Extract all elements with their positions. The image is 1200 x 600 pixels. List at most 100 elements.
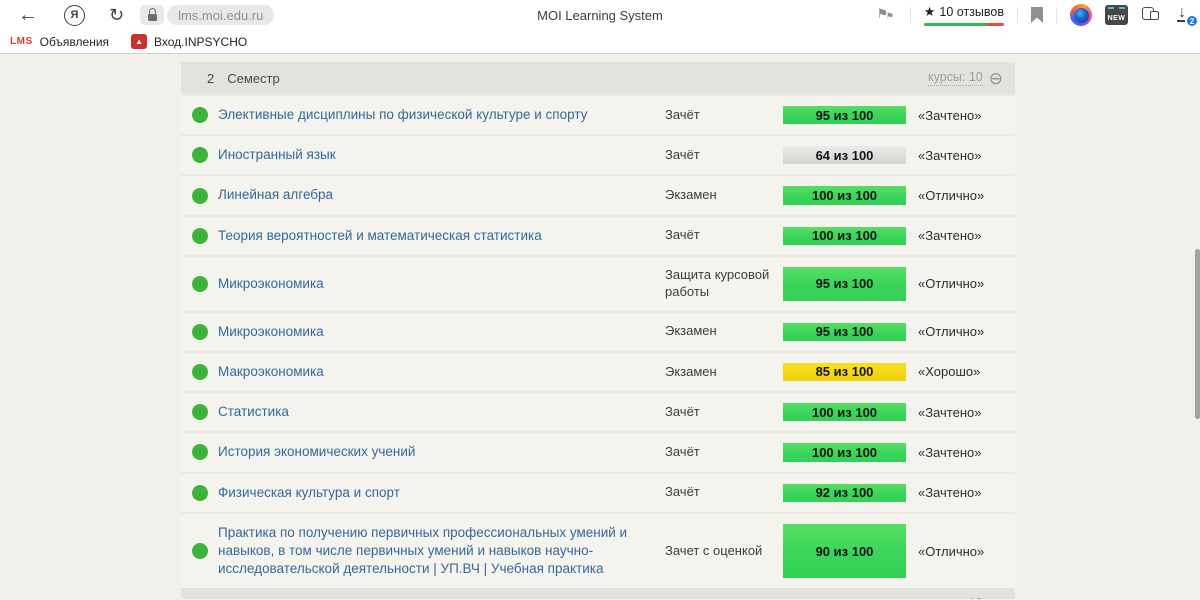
status-dot-icon (191, 484, 208, 501)
ssl-lock-icon[interactable] (140, 5, 165, 25)
courses-expand-toggle[interactable]: курсы: 10 ⊕ (928, 596, 1003, 599)
extension-dashes (1108, 7, 1125, 9)
dot-cell (181, 147, 218, 164)
semester-header-bar: 2 Семестр курсы: 10 ⊖ (181, 62, 1015, 94)
status-dot-icon (191, 404, 208, 421)
course-title-link[interactable]: Иностранный язык (218, 146, 665, 164)
course-title-link[interactable]: Макроэкономика (218, 363, 665, 381)
bookmark-item-inpsycho[interactable]: ▲ Вход.INPSYCHO (109, 34, 247, 49)
course-row: Микроэкономика Защита курсовой работы 95… (181, 254, 1015, 311)
rating-positive-segment (923, 23, 987, 26)
course-title-link[interactable]: Практика по получению первичных професси… (218, 524, 665, 579)
site-reviews-button[interactable]: ★ 10 отзывов (923, 4, 1004, 26)
semester-number: 2 (207, 70, 215, 86)
grade-text: «Отлично» (918, 276, 985, 292)
grade-text: «Зачтено» (918, 147, 982, 163)
exam-type: Зачет с оценкой (665, 542, 763, 558)
browser-extension-icon[interactable] (1070, 4, 1092, 26)
status-dot-icon (191, 107, 208, 124)
score-badge: 95 из 100 (783, 322, 906, 341)
score-badge: 92 из 100 (783, 483, 906, 502)
course-row: Практика по получению первичных професси… (181, 511, 1015, 589)
status-dot-icon (191, 275, 208, 292)
exam-type: Зачёт (665, 403, 700, 419)
reviews-rating-bar (923, 23, 1004, 26)
downloads-button[interactable]: ↓ 2 (1174, 4, 1199, 28)
exam-type: Зачёт (665, 484, 700, 500)
course-row: Статистика Зачёт 100 из 100 «Зачтено» (181, 391, 1015, 432)
course-row: Линейная алгебра Экзамен 100 из 100 «Отл… (181, 174, 1015, 215)
score-badge: 85 из 100 (783, 362, 906, 382)
courses-collapse-toggle[interactable]: курсы: 10 ⊖ (927, 68, 1003, 88)
course-row: Теория вероятностей и математическая ста… (181, 214, 1015, 255)
semester-label: Семестр (227, 597, 279, 599)
back-icon[interactable]: ← (18, 5, 38, 25)
address-bar[interactable]: lms.moi.edu.ru (167, 5, 275, 25)
browser-chrome: ← Я ↻ lms.moi.edu.ru MOI Learning System… (0, 0, 1200, 54)
pins-icon[interactable]: ⚑ ⚑ (877, 6, 897, 24)
score-badge: 64 из 100 (783, 146, 906, 165)
course-title-link[interactable]: Микроэкономика (218, 323, 665, 341)
course-row: Иностранный язык Зачёт 64 из 100 «Зачтен… (181, 134, 1015, 175)
browser-toolbar: ← Я ↻ lms.moi.edu.ru MOI Learning System… (0, 0, 1200, 30)
bookmarks-bar: LMS Объявления ▲ Вход.INPSYCHO (0, 30, 1200, 53)
grade-text: «Зачтено» (918, 485, 982, 501)
vertical-scrollbar-thumb[interactable] (1195, 249, 1200, 419)
semester-number: 3 (207, 597, 214, 599)
exam-type: Экзамен (665, 187, 717, 203)
grade-text: «Зачтено» (918, 404, 982, 420)
courses-count-label: курсы: 10 (928, 596, 983, 599)
bookmark-label: Объявления (39, 34, 110, 49)
course-title-link[interactable]: История экономических учений (218, 443, 665, 461)
course-title-link[interactable]: Статистика (218, 403, 665, 421)
bookmark-icon[interactable] (1031, 7, 1043, 23)
status-dot-icon (191, 323, 208, 340)
new-extension-label: NEW (1107, 15, 1126, 22)
expand-icon: ⊕ (989, 596, 1003, 599)
grade-text: «Отлично» (918, 324, 985, 340)
exam-type: Зачёт (665, 106, 700, 122)
yandex-logo-icon[interactable]: Я (64, 4, 85, 26)
courses-count-label: курсы: 10 (927, 70, 983, 86)
dot-cell (181, 444, 218, 461)
collections-icon[interactable] (1141, 5, 1161, 25)
toolbar-right-cluster: ⚑ ⚑ ★ 10 отзывов NEW ↓ 2 (877, 0, 1199, 30)
new-extension-icon[interactable]: NEW (1105, 5, 1128, 25)
grade-text: «Зачтено» (918, 228, 982, 244)
course-row: Макроэкономика Экзамен 85 из 100 «Хорошо… (181, 350, 1015, 392)
exam-type: Зачёт (665, 227, 700, 243)
course-title-link[interactable]: Физическая культура и спорт (218, 484, 665, 502)
status-dot-icon (191, 227, 208, 244)
course-title-link[interactable]: Микроэкономика (218, 275, 665, 293)
bookmark-item-announcements[interactable]: LMS Объявления (10, 35, 109, 49)
semester-label: Семестр (227, 70, 280, 86)
dot-cell (181, 227, 218, 244)
browser-window: ← Я ↻ lms.moi.edu.ru MOI Learning System… (0, 0, 1200, 600)
course-row: Микроэкономика Экзамен 95 из 100 «Отличн… (181, 310, 1015, 351)
course-title-link[interactable]: Теория вероятностей и математическая ста… (218, 227, 665, 245)
grade-text: «Хорошо» (918, 364, 981, 380)
collapse-icon: ⊖ (988, 68, 1003, 88)
exam-type: Экзамен (665, 363, 717, 379)
course-row: История экономических учений Зачёт 100 и… (181, 431, 1015, 472)
score-badge: 95 из 100 (783, 266, 906, 301)
refresh-icon[interactable]: ↻ (109, 6, 124, 24)
inpsycho-favicon: ▲ (131, 34, 148, 49)
page-title: MOI Learning System (537, 8, 663, 23)
dot-cell (181, 363, 218, 380)
bookmark-label: Вход.INPSYCHO (154, 34, 248, 49)
pin-icon-small: ⚑ (885, 11, 894, 21)
dot-cell (181, 404, 218, 421)
star-icon: ★ (923, 4, 936, 19)
course-title-link[interactable]: Линейная алгебра (218, 186, 665, 204)
dot-cell (181, 323, 218, 340)
dot-cell (181, 275, 218, 292)
toolbar-divider (909, 7, 911, 23)
semester-grades-table: 2 Семестр курсы: 10 ⊖ Элективные дисципл… (181, 62, 1015, 599)
lms-favicon: LMS (10, 36, 33, 47)
toolbar-divider (1017, 7, 1018, 23)
exam-type: Зачёт (665, 146, 700, 162)
course-title-link[interactable]: Элективные дисциплины по физической куль… (218, 106, 665, 124)
status-dot-icon (191, 363, 208, 380)
score-badge: 100 из 100 (783, 403, 906, 422)
